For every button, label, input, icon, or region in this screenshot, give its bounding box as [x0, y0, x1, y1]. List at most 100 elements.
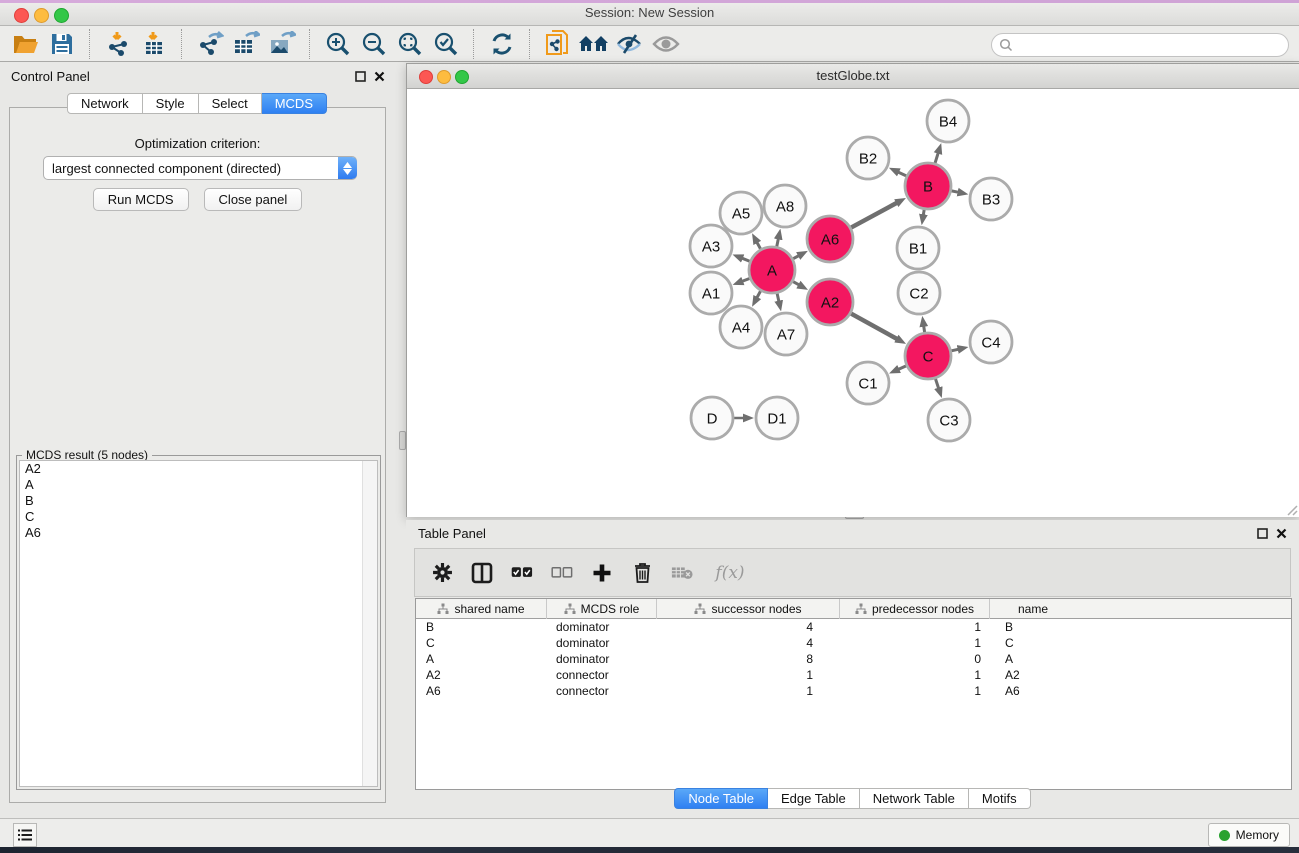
mcds-result-item[interactable]: C [20, 509, 377, 525]
zoom-selected-icon[interactable] [430, 29, 462, 59]
scrollbar-track[interactable] [362, 461, 377, 786]
create-new-column-plus-icon[interactable] [591, 562, 613, 584]
table-cell[interactable]: connector [546, 668, 656, 682]
column-header-name[interactable]: name [989, 599, 1076, 619]
show-column-panel-icon[interactable] [471, 562, 493, 584]
table-cell[interactable]: dominator [546, 652, 656, 666]
import-table-icon[interactable] [138, 29, 170, 59]
table-cell[interactable]: C [416, 636, 546, 650]
delete-table-icon[interactable] [671, 562, 693, 584]
run-mcds-button[interactable]: Run MCDS [93, 188, 189, 211]
float-panel-icon[interactable] [354, 70, 367, 83]
table-cell[interactable]: 1 [839, 668, 989, 682]
function-builder-icon[interactable]: f(x) [711, 562, 749, 584]
graph-edge-C-C1[interactable] [898, 366, 906, 370]
table-cell[interactable]: A2 [416, 668, 546, 682]
table-cell[interactable]: 1 [656, 668, 839, 682]
table-row[interactable]: Cdominator41C [416, 635, 1291, 651]
tab-motifs[interactable]: Motifs [969, 788, 1031, 809]
show-graphics-details-icon[interactable] [578, 29, 610, 59]
column-header-MCDS-role[interactable]: MCDS role [546, 599, 656, 619]
tab-select[interactable]: Select [199, 93, 262, 114]
mcds-result-item[interactable]: A2 [20, 461, 377, 477]
table-cell[interactable]: A6 [416, 684, 546, 698]
graph-edge-A-A8[interactable] [777, 238, 779, 246]
mcds-result-item[interactable]: B [20, 493, 377, 509]
table-row[interactable]: A2connector11A2 [416, 667, 1291, 683]
table-cell[interactable]: 4 [656, 636, 839, 650]
graph-edge-A6-B[interactable] [851, 203, 897, 228]
graph-edge-A-A5[interactable] [757, 242, 761, 249]
open-session-icon[interactable] [10, 29, 42, 59]
table-cell[interactable]: A [989, 652, 1076, 666]
tab-network-table[interactable]: Network Table [860, 788, 969, 809]
table-cell[interactable]: 8 [656, 652, 839, 666]
hide-selected-eye-slash-icon[interactable] [614, 29, 646, 59]
float-table-panel-icon[interactable] [1256, 527, 1269, 540]
table-cell[interactable]: A6 [989, 684, 1076, 698]
network-canvas[interactable]: B4B2BB3B1A5A8A6A3AA1C2A2A4A7C4CC1C3DD1 [407, 89, 1299, 517]
export-table-icon[interactable] [230, 29, 262, 59]
table-cell[interactable]: dominator [546, 620, 656, 634]
unselect-all-columns-icon[interactable] [551, 562, 573, 584]
splitter-grip-vertical[interactable] [399, 431, 406, 450]
table-cell[interactable]: C [989, 636, 1076, 650]
close-panel-button[interactable]: Close panel [204, 188, 303, 211]
graph-edge-A-A3[interactable] [742, 258, 750, 261]
tab-edge-table[interactable]: Edge Table [768, 788, 860, 809]
show-all-eye-icon[interactable] [650, 29, 682, 59]
tab-network[interactable]: Network [67, 93, 143, 114]
zoom-fit-icon[interactable] [394, 29, 426, 59]
table-cell[interactable]: 1 [839, 620, 989, 634]
zoom-in-icon[interactable] [322, 29, 354, 59]
table-cell[interactable]: dominator [546, 636, 656, 650]
criterion-dropdown[interactable]: largest connected component (directed) [43, 156, 357, 180]
table-cell[interactable]: 1 [839, 636, 989, 650]
resize-grip-icon[interactable] [1284, 502, 1298, 516]
export-network-icon[interactable] [194, 29, 226, 59]
table-row[interactable]: Adominator80A [416, 651, 1291, 667]
graph-edge-B-B2[interactable] [898, 172, 906, 176]
apply-layout-icon[interactable] [486, 29, 518, 59]
search-input[interactable] [1017, 37, 1288, 53]
graph-edge-A-A1[interactable] [742, 278, 750, 281]
table-settings-gear-icon[interactable] [431, 562, 453, 584]
select-all-columns-icon[interactable] [511, 562, 533, 584]
close-table-panel-icon[interactable] [1275, 527, 1288, 540]
table-cell[interactable]: A [416, 652, 546, 666]
table-cell[interactable]: B [416, 620, 546, 634]
mcds-result-item[interactable]: A [20, 477, 377, 493]
tab-style[interactable]: Style [143, 93, 199, 114]
table-row[interactable]: Bdominator41B [416, 619, 1291, 635]
mcds-result-item[interactable]: A6 [20, 525, 377, 541]
graph-edge-A-A4[interactable] [757, 291, 761, 298]
table-row[interactable]: A6connector11A6 [416, 683, 1291, 699]
table-cell[interactable]: 1 [656, 684, 839, 698]
import-network-icon[interactable] [102, 29, 134, 59]
graph-edge-A-A6[interactable] [793, 255, 799, 258]
column-header-shared-name[interactable]: shared name [416, 599, 546, 619]
table-cell[interactable]: 4 [656, 620, 839, 634]
delete-columns-trash-icon[interactable] [631, 562, 653, 584]
graph-edge-B-B3[interactable] [952, 191, 959, 192]
task-history-list-icon[interactable] [13, 823, 37, 847]
column-header-successor-nodes[interactable]: successor nodes [656, 599, 839, 619]
table-cell[interactable]: connector [546, 684, 656, 698]
graph-edge-C-C4[interactable] [951, 349, 958, 351]
save-session-icon[interactable] [46, 29, 78, 59]
tab-node-table[interactable]: Node Table [674, 788, 768, 809]
graph-edge-A-A2[interactable] [793, 282, 799, 285]
copy-network-icon[interactable] [542, 29, 574, 59]
graph-edge-B-B4[interactable] [935, 153, 938, 164]
tab-mcds[interactable]: MCDS [262, 93, 327, 114]
graph-edge-B-B1[interactable] [923, 210, 924, 216]
column-header-predecessor-nodes[interactable]: predecessor nodes [839, 599, 989, 619]
graph-edge-C-C2[interactable] [924, 326, 925, 333]
graph-edge-A-A7[interactable] [777, 293, 779, 301]
table-cell[interactable]: 1 [839, 684, 989, 698]
zoom-out-icon[interactable] [358, 29, 390, 59]
export-image-icon[interactable] [266, 29, 298, 59]
table-cell[interactable]: B [989, 620, 1076, 634]
graph-edge-A2-C[interactable] [851, 314, 897, 340]
table-cell[interactable]: A2 [989, 668, 1076, 682]
